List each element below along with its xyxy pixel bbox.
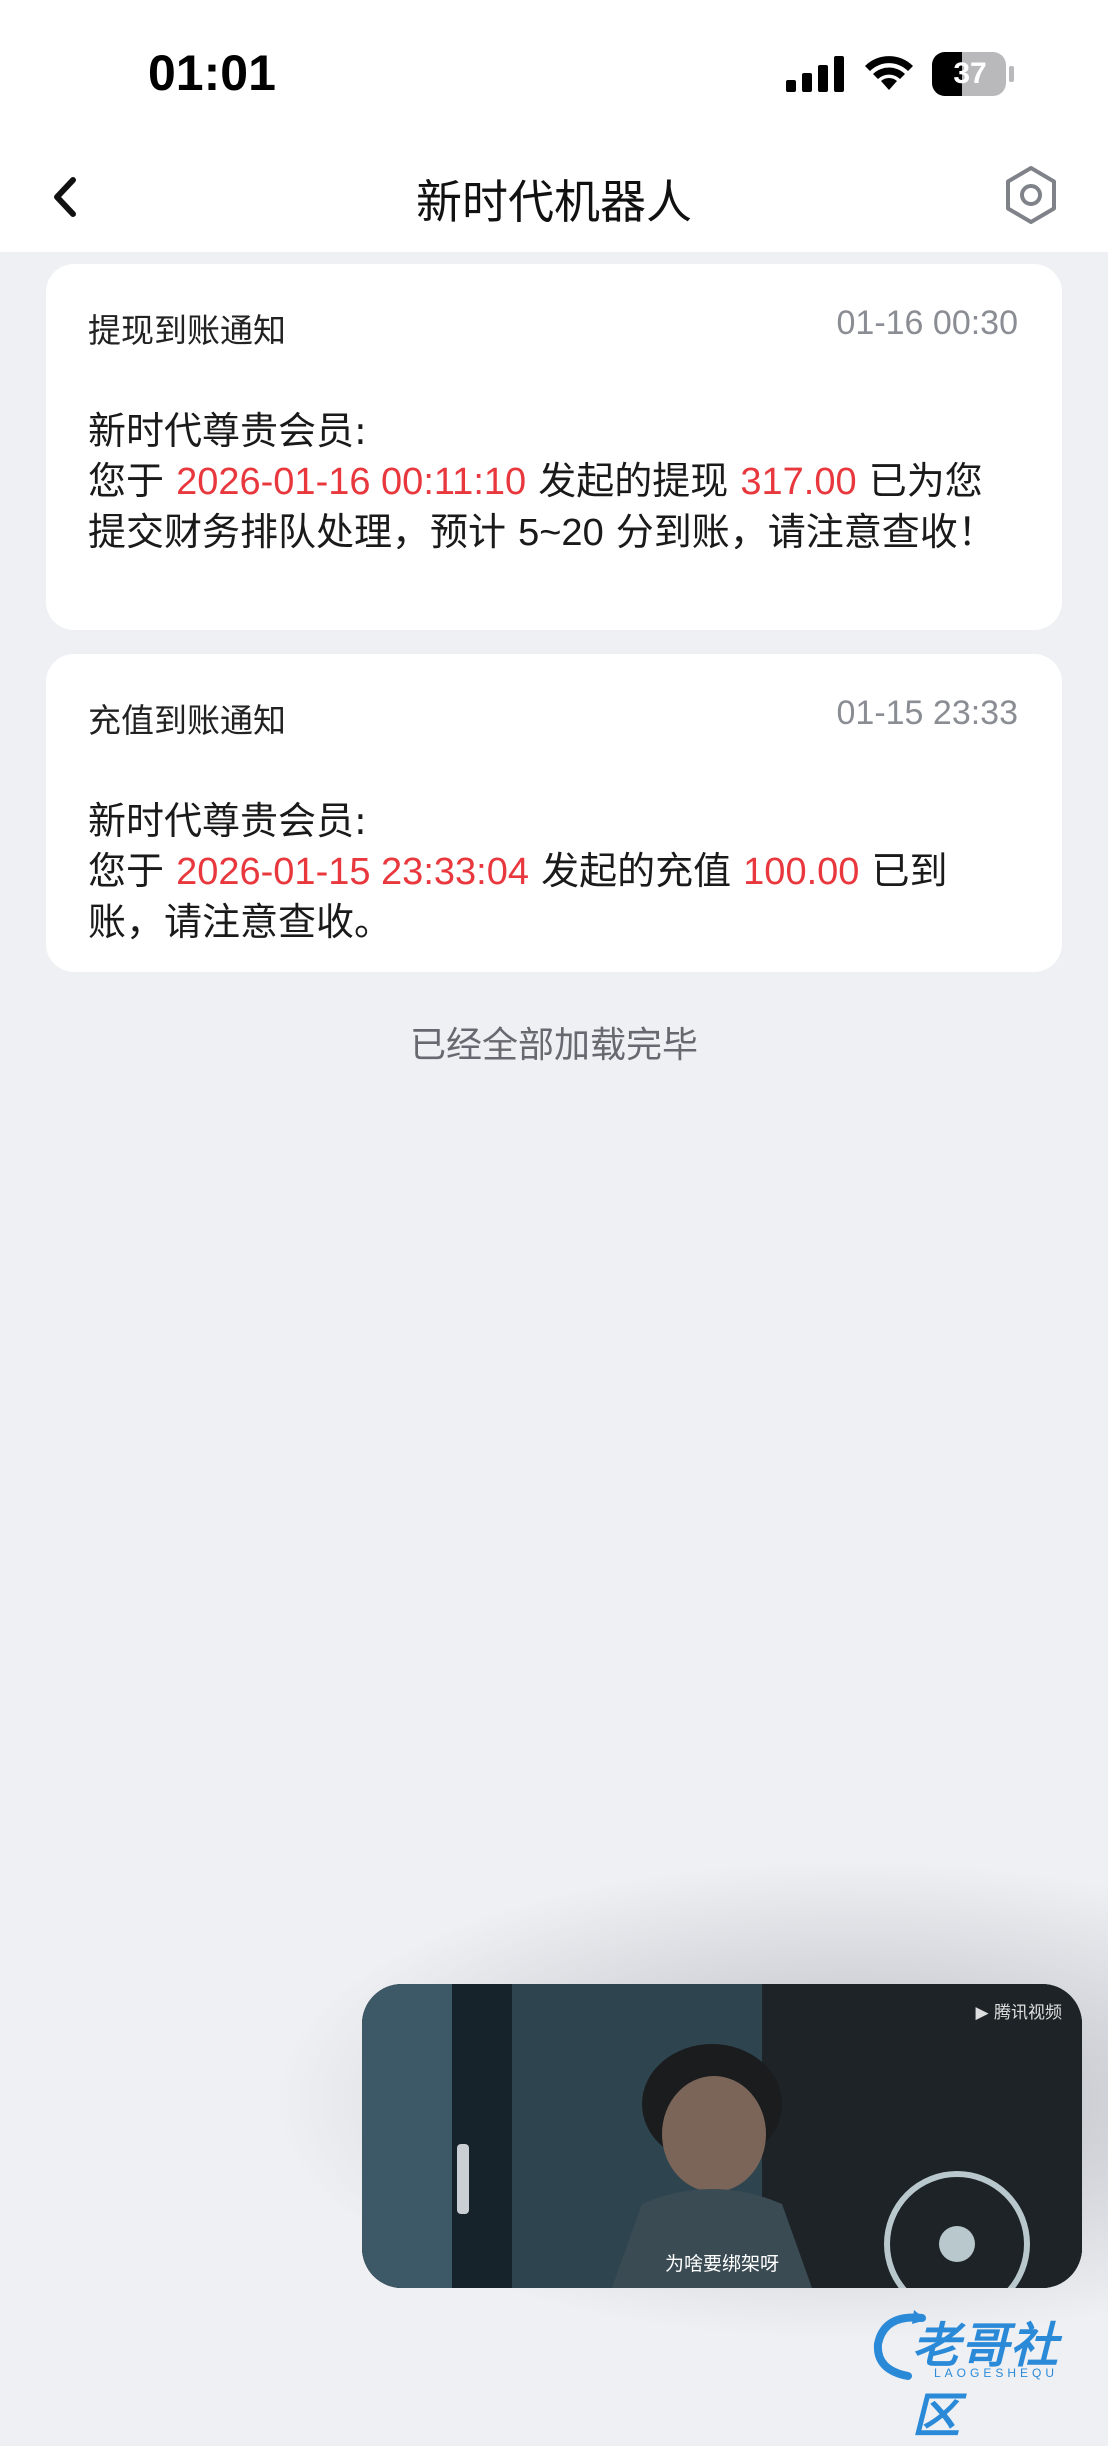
- cellular-signal-icon: [786, 56, 844, 92]
- message-title: 充值到账通知: [88, 701, 286, 740]
- message-amount: 317.00: [740, 461, 857, 503]
- message-amount: 100.00: [743, 851, 860, 893]
- message-prefix: 您于: [88, 459, 165, 503]
- message-prefix: 您于: [88, 849, 165, 893]
- message-action: 发起的提现: [538, 459, 729, 503]
- battery-level: 37: [953, 57, 987, 90]
- message-datetime: 2026-01-16 00:11:10: [176, 461, 527, 503]
- wifi-icon: [865, 56, 913, 90]
- page-title: 新时代机器人: [416, 175, 692, 229]
- gear-icon: [1006, 166, 1056, 224]
- message-greeting: 新时代尊贵会员:: [88, 409, 367, 453]
- message-title: 提现到账通知: [88, 311, 286, 350]
- message-time: 01-16 00:30: [836, 304, 1019, 342]
- nav-bar: 新时代机器人: [0, 140, 1108, 252]
- settings-button[interactable]: [996, 160, 1066, 230]
- message-content: 您于 2026-01-15 23:33:04 发起的充值 100.00 已到账，…: [88, 846, 1020, 947]
- message-card: 充值到账通知 01-15 23:33 新时代尊贵会员: 您于 2026-01-1…: [46, 654, 1062, 972]
- message-eta: 5~20: [518, 512, 604, 554]
- message-datetime: 2026-01-15 23:33:04: [176, 851, 529, 893]
- watermark-logo: 老哥社区 LAOGESHEQU: [864, 2300, 1096, 2444]
- load-complete-text: 已经全部加载完毕: [409, 1025, 698, 1066]
- message-content: 您于 2026-01-16 00:11:10 发起的提现 317.00 已为您提…: [88, 456, 1020, 558]
- video-brand-logo: ▶ 腾讯视频: [975, 2003, 1062, 2023]
- status-time: 01:01: [148, 45, 276, 101]
- status-bar: 01:01 37: [0, 0, 1108, 140]
- video-subtitle: 为啥要绑架呀: [664, 2253, 779, 2275]
- message-time: 01-15 23:33: [836, 694, 1019, 732]
- message-action: 发起的充值: [541, 849, 732, 893]
- floating-video-player[interactable]: ▶ 腾讯视频 为啥要绑架呀: [362, 1984, 1082, 2288]
- video-frame: [362, 1984, 1082, 2288]
- message-greeting: 新时代尊贵会员:: [88, 799, 367, 843]
- message-body: 新时代尊贵会员: 您于 2026-01-16 00:11:10 发起的提现 31…: [88, 406, 1020, 558]
- message-tail: 分到账，请注意查收！: [615, 510, 996, 554]
- message-card: 提现到账通知 01-16 00:30 新时代尊贵会员: 您于 2026-01-1…: [46, 264, 1062, 630]
- message-body: 新时代尊贵会员: 您于 2026-01-15 23:33:04 发起的充值 10…: [88, 796, 1020, 947]
- watermark-subtext: LAOGESHEQU: [934, 2366, 1059, 2380]
